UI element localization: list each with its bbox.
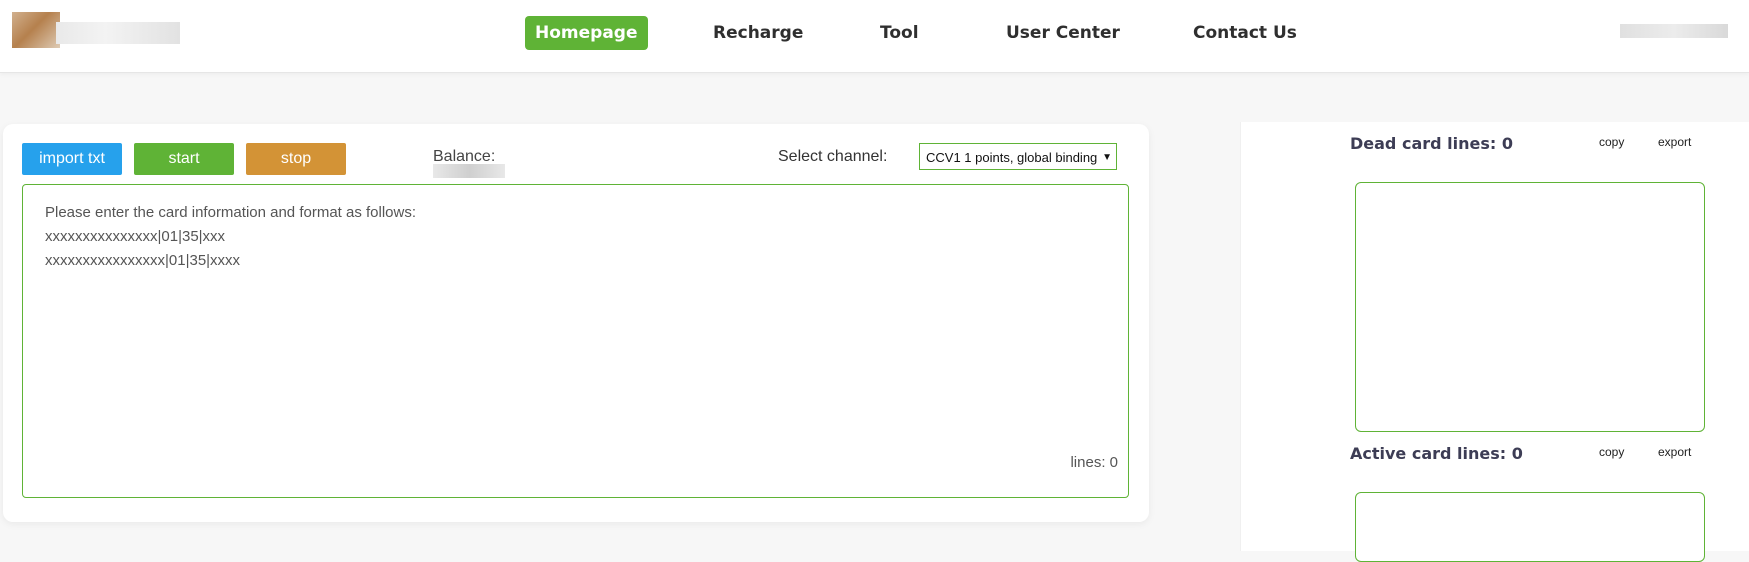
channel-select[interactable]: CCV1 1 points, global binding ▼ bbox=[919, 143, 1117, 170]
brand-logo[interactable] bbox=[12, 12, 180, 48]
active-card-output[interactable] bbox=[1355, 492, 1705, 562]
top-navbar: Homepage Recharge Tool User Center Conta… bbox=[0, 0, 1749, 73]
logo-mark-icon bbox=[12, 12, 60, 48]
card-input-placeholder: Please enter the card information and fo… bbox=[45, 204, 417, 269]
chevron-down-icon: ▼ bbox=[1102, 152, 1112, 163]
nav-contact-us[interactable]: Contact Us bbox=[1193, 16, 1297, 50]
results-sidebar: Dead card lines: 0 copy export Active ca… bbox=[1240, 122, 1749, 562]
active-card-title: Active card lines: 0 bbox=[1350, 444, 1523, 463]
nav-homepage[interactable]: Homepage bbox=[525, 16, 648, 50]
card-input-textarea[interactable]: Please enter the card information and fo… bbox=[22, 184, 1129, 498]
import-txt-button[interactable]: import txt bbox=[22, 143, 122, 175]
dead-copy-link[interactable]: copy bbox=[1599, 135, 1624, 149]
stop-button[interactable]: stop bbox=[246, 143, 346, 175]
dead-export-link[interactable]: export bbox=[1658, 135, 1691, 149]
nav-user-center[interactable]: User Center bbox=[1006, 16, 1120, 50]
active-export-link[interactable]: export bbox=[1658, 445, 1691, 459]
nav-recharge[interactable]: Recharge bbox=[713, 16, 803, 50]
start-button[interactable]: start bbox=[134, 143, 234, 175]
channel-label: Select channel: bbox=[778, 148, 888, 165]
balance-value-redacted bbox=[433, 164, 505, 178]
lines-count: lines: 0 bbox=[1070, 454, 1118, 471]
active-copy-link[interactable]: copy bbox=[1599, 445, 1624, 459]
dead-card-title: Dead card lines: 0 bbox=[1350, 134, 1513, 153]
dead-card-output[interactable] bbox=[1355, 182, 1705, 432]
nav-tool[interactable]: Tool bbox=[880, 16, 919, 50]
user-account-redacted[interactable] bbox=[1620, 24, 1728, 38]
logo-text-redacted bbox=[56, 22, 180, 44]
channel-select-value: CCV1 1 points, global binding bbox=[926, 150, 1098, 165]
card-check-panel: import txt start stop Balance: Select ch… bbox=[3, 124, 1149, 522]
